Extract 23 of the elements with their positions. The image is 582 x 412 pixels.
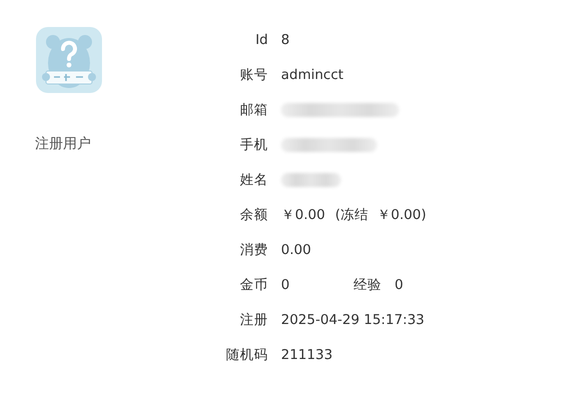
field-value: 0: [394, 276, 404, 292]
field-label: 消费: [239, 240, 268, 258]
field-label: 手机: [239, 136, 268, 154]
field-label: 账号: [239, 66, 268, 84]
field-value: ￥0.00: [281, 206, 326, 224]
user-role: 注册用户: [35, 135, 92, 153]
field-value: 0: [281, 276, 290, 292]
field-value: 211133: [281, 346, 333, 362]
field-value: 2025-04-29 15:17:33: [281, 312, 424, 328]
frozen-amount: (冻结 ￥0.00): [335, 206, 426, 224]
field-label: 经验: [354, 276, 382, 294]
field-label: 邮箱: [239, 100, 268, 118]
field-label: 随机码: [225, 346, 268, 364]
field-label: 注册: [239, 310, 268, 328]
field-label: Id: [254, 32, 268, 48]
field-label: 金币: [239, 276, 268, 294]
field-value: 8: [281, 32, 290, 48]
blurred-value: [281, 172, 341, 186]
field-value: 0.00: [281, 242, 312, 258]
avatar-icon: [36, 27, 102, 93]
field-label: 余额: [239, 206, 268, 224]
field-label: 姓名: [239, 170, 268, 188]
field-value: admincct: [281, 66, 344, 82]
